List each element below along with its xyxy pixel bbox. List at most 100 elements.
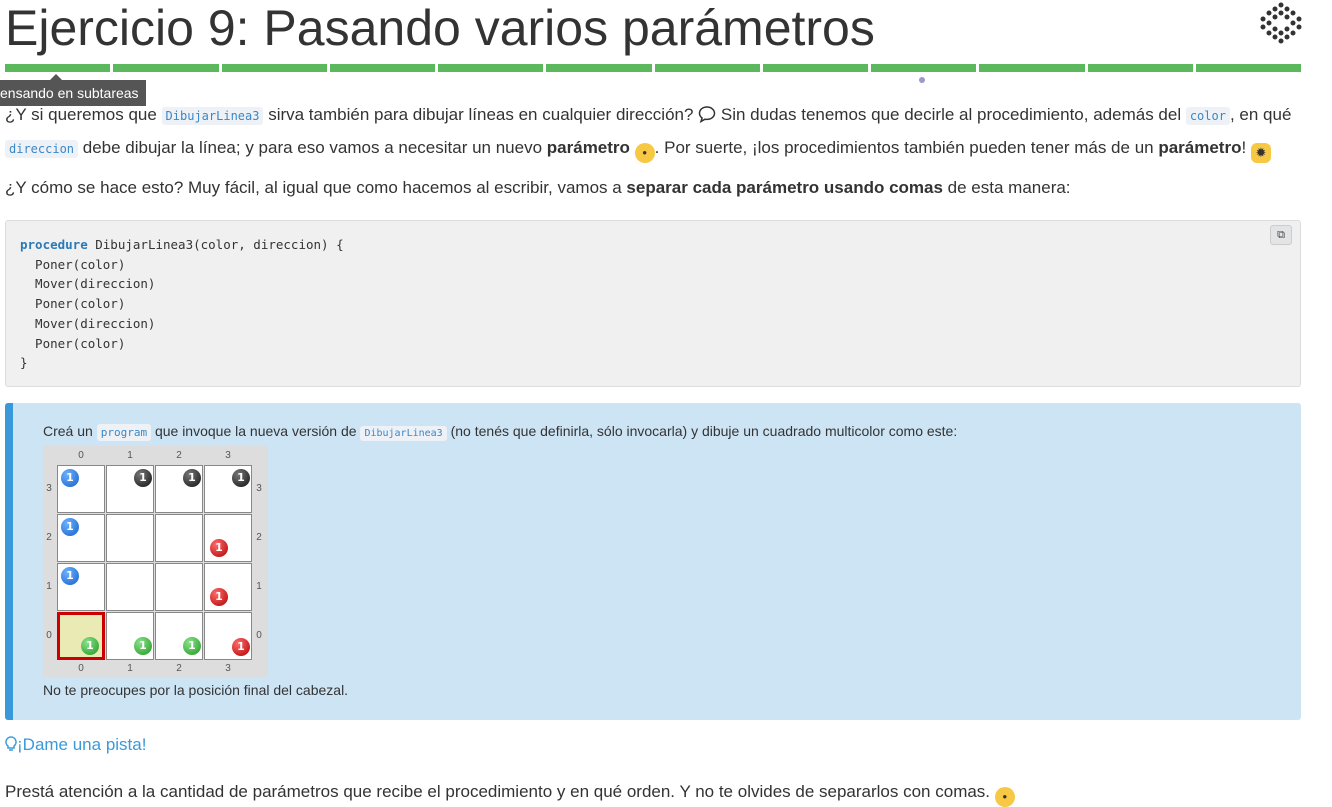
board-row-label: 2 (46, 532, 52, 543)
code-line: Mover(direccion) (20, 315, 156, 331)
exercise-progress-bar (5, 64, 1301, 72)
progress-segment[interactable] (5, 64, 111, 72)
board-row-label: 0 (256, 630, 262, 641)
board-column-label: 3 (225, 663, 231, 674)
board-cell (106, 514, 154, 562)
code-line: Mover(direccion) (20, 276, 156, 292)
text: que invoque la nueva versión de (151, 423, 361, 439)
board-column-label: 2 (176, 450, 182, 461)
board-row-label: 3 (46, 483, 52, 494)
task-accent-bar (5, 403, 13, 720)
blue-ball: 1 (61, 567, 79, 585)
speech-bubble-icon (698, 106, 716, 124)
code-line: Poner(color) (20, 335, 126, 351)
text: ¿Y si queremos que (5, 105, 162, 124)
inline-code: direccion (5, 140, 79, 158)
surprised-face-icon: • (634, 143, 655, 163)
hint-link[interactable]: ¡Dame una pista! (5, 735, 146, 755)
board-column-label: 1 (127, 663, 133, 674)
board-cell (106, 563, 154, 611)
inline-code: DibujarLinea3 (161, 107, 264, 125)
code-block: ⧉ procedure DibujarLinea3(color, direcci… (5, 220, 1301, 387)
blue-ball: 1 (61, 469, 79, 487)
lightbulb-icon (5, 736, 17, 751)
inline-code: color (1185, 107, 1230, 125)
board-cell (155, 514, 203, 562)
explanation-paragraph: ¿Y cómo se hace esto? Muy fácil, al igua… (5, 178, 1301, 198)
hint-text: Prestá atención a la cantidad de parámet… (5, 782, 1015, 807)
black-ball: 1 (134, 469, 152, 487)
board-row-label: 0 (46, 630, 52, 641)
task-note: No te preocupes por la posición final de… (43, 682, 349, 698)
progress-segment[interactable] (871, 64, 977, 72)
progress-segment[interactable] (221, 64, 327, 72)
code-line: Poner(color) (20, 256, 126, 272)
code-header: DibujarLinea3(color, direccion) { (87, 237, 344, 252)
inline-code: DibujarLinea3 (360, 426, 447, 441)
text: de esta manera: (942, 178, 1071, 197)
black-ball: 1 (183, 469, 201, 487)
progress-segment[interactable] (546, 64, 652, 72)
code-line: Poner(color) (20, 296, 126, 312)
bold-text: separar cada parámetro usando comas (626, 178, 943, 197)
green-ball: 1 (134, 637, 152, 655)
text: ! (1241, 138, 1247, 157)
blue-ball: 1 (61, 518, 79, 536)
progress-segment[interactable] (762, 64, 868, 72)
board-column-label: 2 (176, 663, 182, 674)
green-ball: 1 (183, 637, 201, 655)
progress-segment[interactable] (1195, 64, 1301, 72)
text: debe dibujar la línea; y para eso vamos … (78, 138, 547, 157)
hint-label: ¡Dame una pista! (17, 735, 147, 754)
copy-icon: ⧉ (1277, 229, 1285, 241)
text: sirva también para dibujar líneas en cua… (263, 105, 699, 124)
current-exercise-dot (919, 77, 925, 83)
text: Sin dudas tenemos que decirle al procedi… (716, 105, 1186, 124)
progress-segment[interactable] (329, 64, 435, 72)
text: Creá un (43, 423, 97, 439)
board-row-label: 1 (46, 581, 52, 592)
red-ball: 1 (210, 539, 228, 557)
black-ball: 1 (232, 469, 250, 487)
board-cell (155, 563, 203, 611)
progress-tooltip: ensando en subtareas (0, 74, 146, 106)
task-instructions: Creá un program que invoque la nueva ver… (43, 423, 958, 441)
winking-face-icon: • (994, 787, 1015, 807)
board-cell (57, 612, 105, 660)
text: Prestá atención a la cantidad de parámet… (5, 782, 995, 801)
board-cell (204, 563, 252, 611)
board-row-label: 1 (256, 581, 262, 592)
page-title: Ejercicio 9: Pasando varios parámetros (5, 0, 875, 56)
progress-segment[interactable] (654, 64, 760, 72)
board-column-label: 0 (78, 450, 84, 461)
code-content: procedure DibujarLinea3(color, direccion… (20, 235, 344, 373)
text: . Por suerte, ¡los procedimientos tambié… (654, 138, 1159, 157)
progress-segment[interactable] (979, 64, 1085, 72)
inline-code: program (96, 424, 152, 441)
red-ball: 1 (232, 638, 250, 656)
progress-segment[interactable] (113, 64, 219, 72)
green-ball: 1 (81, 637, 99, 655)
progress-segment[interactable] (1087, 64, 1193, 72)
bold-text: parámetro (1158, 138, 1242, 157)
progress-segment[interactable] (438, 64, 544, 72)
board-column-label: 0 (78, 663, 84, 674)
bold-text: parámetro (546, 138, 630, 157)
red-ball: 1 (210, 588, 228, 606)
code-keyword: procedure (20, 237, 88, 252)
copy-button[interactable]: ⧉ (1270, 225, 1292, 245)
gobstones-logo-icon[interactable] (1260, 2, 1302, 44)
text: (no tenés que definirla, sólo invocarla)… (446, 423, 958, 439)
board-row-label: 3 (256, 483, 262, 494)
text: ¿Y cómo se hace esto? Muy fácil, al igua… (5, 178, 627, 197)
gobstones-board: 0011223333221100111111111111 (43, 446, 268, 677)
board-column-label: 1 (127, 450, 133, 461)
task-box: Creá un program que invoque la nueva ver… (5, 403, 1301, 720)
text: , en qué (1229, 105, 1292, 124)
board-column-label: 3 (225, 450, 231, 461)
board-cell (204, 514, 252, 562)
intro-paragraph: ¿Y si queremos que DibujarLinea3 sirva t… (5, 99, 1301, 165)
hands-raised-face-icon: ✹ (1250, 143, 1271, 163)
code-line: } (20, 355, 28, 371)
board-row-label: 2 (256, 532, 262, 543)
